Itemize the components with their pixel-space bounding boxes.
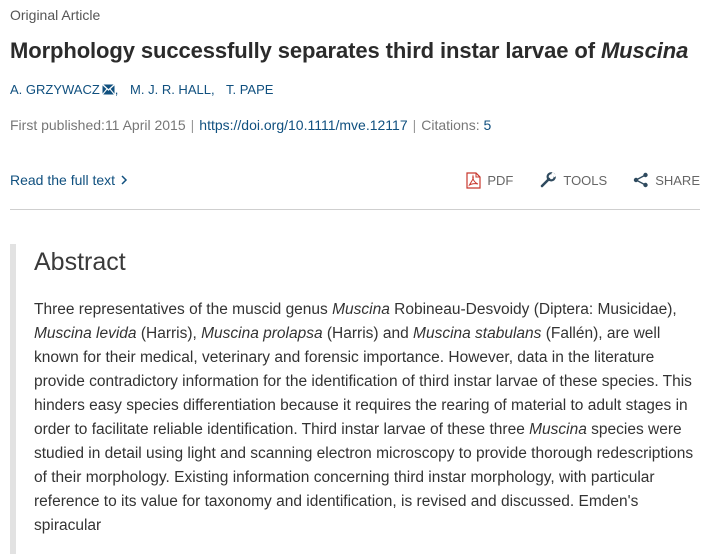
abstract-body: Three representatives of the muscid genu… (34, 298, 700, 538)
meta-separator: | (412, 117, 417, 133)
read-full-text-label: Read the full text (10, 172, 116, 188)
share-label: SHARE (655, 172, 700, 188)
read-full-text-link[interactable]: Read the full text (10, 172, 128, 188)
author-link-pape[interactable]: T. PAPE (226, 82, 273, 97)
publication-meta: First published:11 April 2015 | https://do… (10, 117, 491, 133)
title-italic: Muscina (600, 38, 689, 63)
author-link-grzywacz[interactable]: A. GRZYWACZ, (10, 82, 118, 97)
citations-count-link[interactable]: 5 (484, 117, 492, 133)
doi-link[interactable]: https://doi.org/10.1111/mve.12117 (199, 117, 407, 133)
published-label: First published: (10, 117, 105, 133)
pdf-label: PDF (487, 172, 514, 188)
abstract-text-segment: Robineau-Desvoidy (Diptera: Musicidae), (389, 301, 677, 318)
tools-button[interactable]: TOOLS (539, 171, 607, 189)
header-divider (10, 209, 700, 210)
pdf-button[interactable]: PDF (466, 171, 513, 189)
author-link-hall[interactable]: M. J. R. HALL, (130, 82, 215, 97)
abstract-italic-segment: Muscina (529, 421, 587, 438)
abstract-text-segment: Three representatives of the muscid genu… (34, 301, 333, 318)
abstract-section: Abstract Three representatives of the mu… (10, 244, 706, 554)
published-date: 11 April 2015 (104, 117, 186, 133)
tools-label: TOOLS (563, 172, 608, 188)
article-toolbar: PDF TOOLS SHARE (466, 171, 700, 189)
mail-icon[interactable] (101, 83, 115, 95)
wrench-icon (539, 171, 557, 189)
abstract-italic-segment: Muscina prolapsa (201, 325, 323, 342)
abstract-italic-segment: Muscina (332, 301, 390, 318)
abstract-text-segment: (Harris), (136, 325, 202, 342)
abstract-heading: Abstract (34, 248, 126, 276)
meta-separator: | (190, 117, 195, 133)
share-icon (633, 172, 649, 188)
chevron-right-icon (120, 172, 128, 185)
article-title: Morphology successfully separates third … (10, 38, 688, 64)
citations-label: Citations: (421, 117, 480, 133)
abstract-italic-segment: Muscina levida (34, 325, 137, 342)
share-button[interactable]: SHARE (633, 171, 700, 189)
abstract-text-segment: (Harris) and (322, 325, 414, 342)
author-list: A. GRZYWACZ, M. J. R. HALL, T. PAPE (10, 82, 281, 97)
abstract-italic-segment: Muscina stabulans (413, 325, 542, 342)
author-name: A. GRZYWACZ (10, 82, 100, 97)
title-main: Morphology successfully separates third … (10, 38, 601, 63)
pdf-icon (466, 171, 481, 189)
article-type: Original Article (10, 7, 101, 23)
